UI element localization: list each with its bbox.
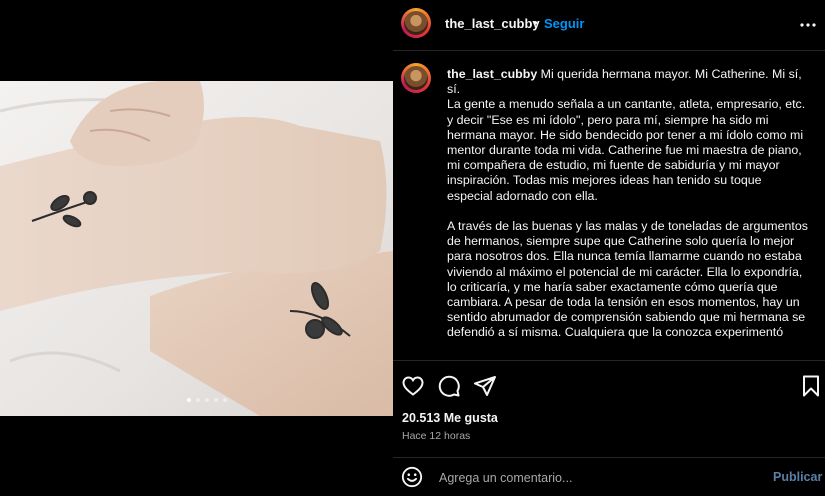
post-image[interactable] <box>0 81 393 416</box>
header-username[interactable]: the_last_cubby <box>445 16 540 31</box>
carousel-dot <box>214 398 218 402</box>
caption-avatar[interactable] <box>401 63 431 93</box>
carousel-dot <box>205 398 209 402</box>
caption-body: Mi querida hermana mayor. Mi Catherine. … <box>447 67 808 340</box>
comment-bar: Publicar <box>393 457 825 496</box>
post-comment-button[interactable]: Publicar <box>773 470 822 484</box>
caption-text: the_last_cubby Mi querida hermana mayor.… <box>447 67 809 341</box>
comment-icon[interactable] <box>437 374 461 398</box>
avatar[interactable] <box>401 8 431 38</box>
action-bar: 20.513 Me gusta Hace 12 horas <box>393 360 825 461</box>
caption-section: the_last_cubby Mi querida hermana mayor.… <box>393 51 825 359</box>
bookmark-icon[interactable] <box>799 374 823 398</box>
post-media[interactable] <box>0 0 393 495</box>
follow-button[interactable]: Seguir <box>544 16 584 31</box>
comment-input[interactable] <box>437 468 761 488</box>
post-header: the_last_cubby • Seguir <box>393 0 825 51</box>
carousel-dots <box>187 398 227 402</box>
share-icon[interactable] <box>473 374 497 398</box>
carousel-dot <box>196 398 200 402</box>
more-icon[interactable] <box>798 15 818 35</box>
carousel-dot <box>223 398 227 402</box>
likes-count[interactable]: 20.513 Me gusta <box>402 411 498 425</box>
emoji-icon[interactable] <box>401 466 423 488</box>
header-separator: • <box>533 15 538 30</box>
post-panel: the_last_cubby • Seguir the_last_cubby M… <box>393 0 825 495</box>
heart-icon[interactable] <box>401 374 425 398</box>
caption-username[interactable]: the_last_cubby <box>447 67 537 81</box>
post-timestamp[interactable]: Hace 12 horas <box>402 430 470 442</box>
carousel-dot <box>187 398 191 402</box>
